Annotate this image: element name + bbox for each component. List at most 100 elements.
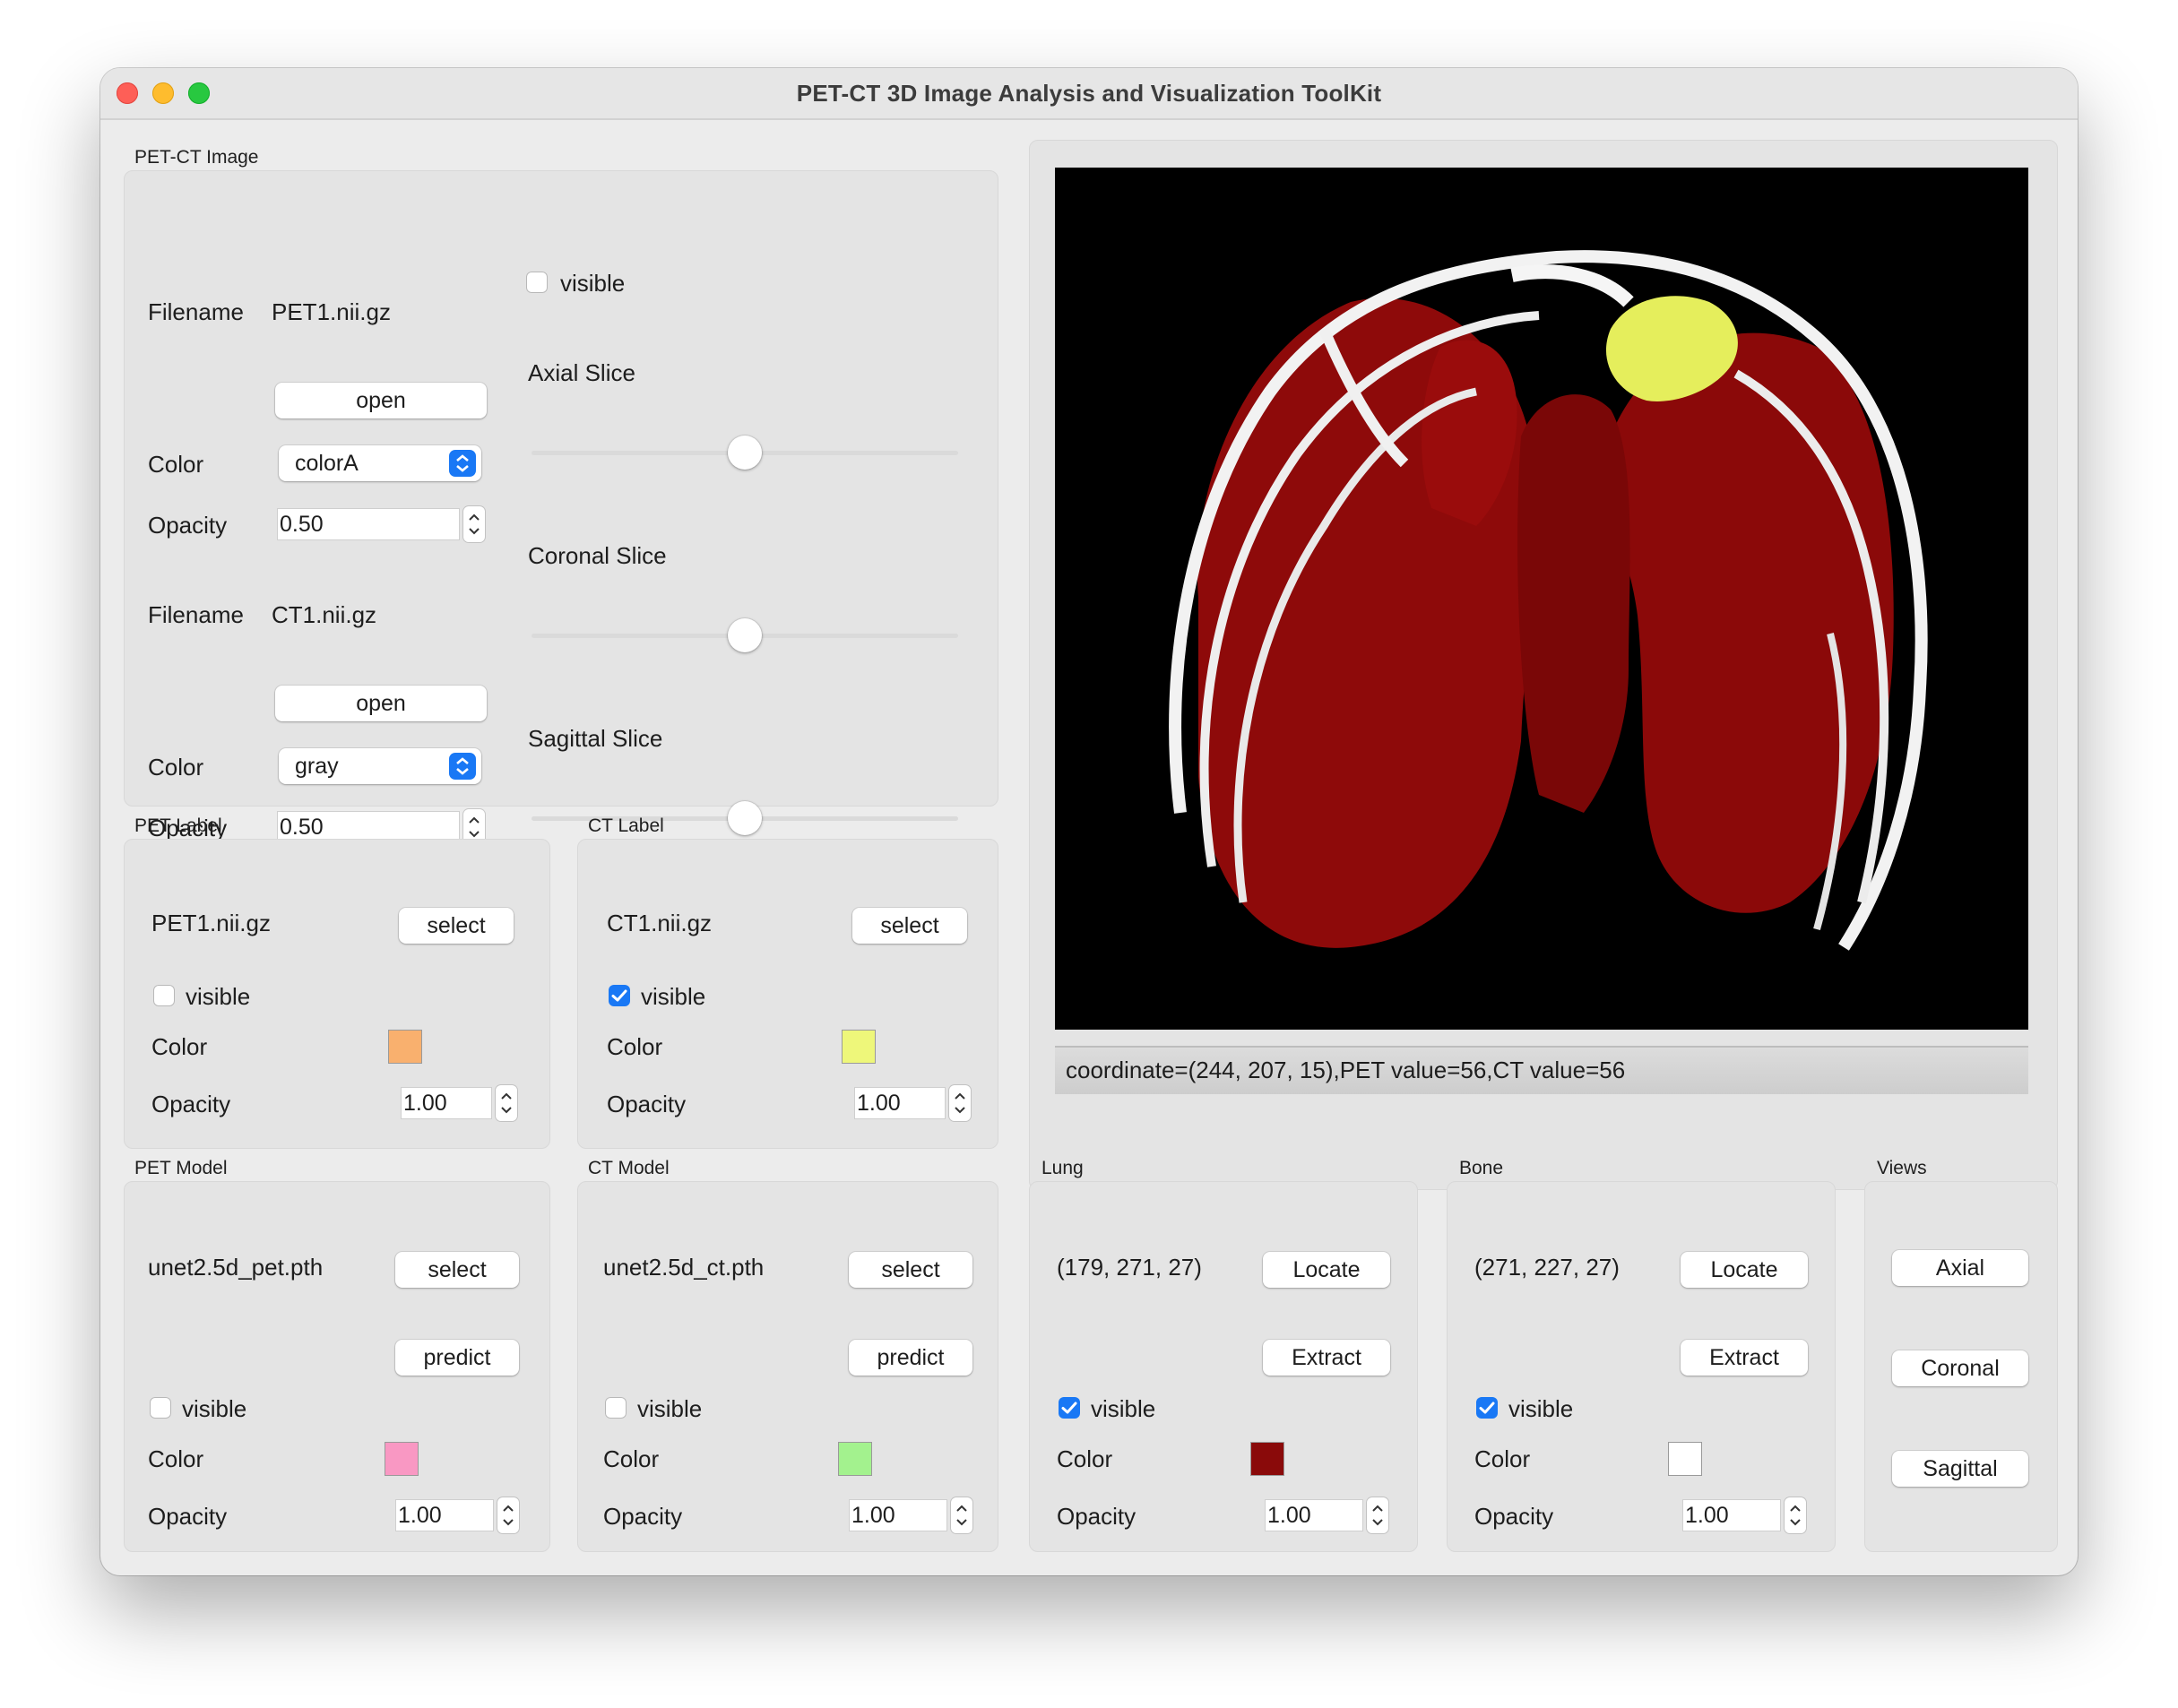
pet-model-opacity-label: Opacity [148, 1503, 228, 1530]
pet-label-opacity-label: Opacity [151, 1091, 231, 1117]
pet-model-opacity-field[interactable]: 1.00 [395, 1499, 494, 1531]
pet-label-file: PET1.nii.gz [151, 910, 271, 936]
stepper-arrows-icon[interactable] [463, 506, 485, 542]
stepper-arrows-icon[interactable] [497, 1497, 519, 1533]
view-coronal-button[interactable]: Coronal [1892, 1350, 2028, 1386]
lung-visible-checkbox[interactable] [1059, 1397, 1080, 1419]
pet-label-group: PET1.nii.gz select visible Color Opacity… [124, 839, 550, 1149]
bone-extract-button[interactable]: Extract [1681, 1340, 1808, 1376]
image-group-label: PET-CT Image [134, 147, 259, 168]
pet-model-group: unet2.5d_pet.pth select predict visible … [124, 1181, 550, 1552]
checkmark-icon [1479, 1402, 1495, 1414]
pet-label-visible-checkbox[interactable] [153, 985, 175, 1006]
ct-label-file: CT1.nii.gz [607, 910, 713, 936]
ct-model-file: unet2.5d_ct.pth [603, 1254, 765, 1281]
ct-model-select-button[interactable]: select [849, 1252, 972, 1288]
bone-opacity-field[interactable]: 1.00 [1682, 1499, 1781, 1531]
image-visible-checkbox[interactable] [526, 272, 548, 293]
ct-filename-label: Filename [148, 601, 244, 628]
lung-locate-button[interactable]: Locate [1263, 1252, 1390, 1288]
views-group-label: Views [1877, 1158, 1927, 1178]
ct-filename-value: CT1.nii.gz [272, 601, 377, 628]
pet-model-color-swatch[interactable] [385, 1442, 419, 1476]
app-window: PET-CT 3D Image Analysis and Visualizati… [100, 68, 2078, 1575]
pet-label-group-label: PET Label [134, 815, 222, 836]
ct-label-visible-checkbox[interactable] [609, 985, 630, 1006]
render-view-3d[interactable] [1055, 168, 2028, 1030]
lung-group-label: Lung [1041, 1158, 1084, 1178]
bone-visible-checkbox[interactable] [1476, 1397, 1498, 1419]
window-title: PET-CT 3D Image Analysis and Visualizati… [796, 80, 1382, 107]
updown-chevron-icon [449, 450, 476, 477]
pet-model-predict-button[interactable]: predict [395, 1340, 519, 1376]
pet-model-opacity-spinbox[interactable]: 1.00 [395, 1497, 519, 1533]
pet-label-select-button[interactable]: select [399, 908, 514, 944]
ct-model-predict-button[interactable]: predict [849, 1340, 972, 1376]
ct-label-opacity-spinbox[interactable]: 1.00 [854, 1085, 971, 1121]
coronal-slice-slider[interactable] [532, 617, 958, 653]
pet-filename-label: Filename [148, 298, 244, 325]
stepper-arrows-icon[interactable] [1367, 1497, 1388, 1533]
lung-opacity-field[interactable]: 1.00 [1265, 1499, 1363, 1531]
ct-open-button[interactable]: open [275, 686, 487, 721]
ct-label-group: CT1.nii.gz select visible Color Opacity … [577, 839, 998, 1149]
pet-model-visible-checkbox[interactable] [150, 1397, 171, 1419]
bone-locate-button[interactable]: Locate [1681, 1252, 1808, 1288]
lung-visible-label: visible [1091, 1395, 1156, 1422]
lung-opacity-spinbox[interactable]: 1.00 [1265, 1497, 1388, 1533]
ct-model-opacity-label: Opacity [603, 1503, 683, 1530]
pet-opacity-label: Opacity [148, 512, 228, 539]
updown-chevron-icon [449, 753, 476, 780]
bone-group: (271, 227, 27) Locate Extract visible Co… [1447, 1181, 1836, 1552]
slider-thumb[interactable] [728, 618, 762, 652]
view-sagittal-button[interactable]: Sagittal [1892, 1451, 2028, 1487]
axial-slice-slider[interactable] [532, 435, 958, 470]
pet-opacity-field[interactable]: 0.50 [277, 508, 460, 540]
stepper-arrows-icon[interactable] [951, 1497, 972, 1533]
bone-color-label: Color [1474, 1445, 1531, 1472]
axial-slice-label: Axial Slice [528, 359, 635, 386]
lung-extract-button[interactable]: Extract [1263, 1340, 1390, 1376]
coronal-slice-label: Coronal Slice [528, 542, 667, 569]
ct-label-opacity-label: Opacity [607, 1091, 687, 1117]
ct-label-select-button[interactable]: select [852, 908, 967, 944]
stepper-arrows-icon[interactable] [496, 1085, 517, 1121]
pet-label-color-swatch[interactable] [388, 1030, 422, 1064]
sagittal-slice-label: Sagittal Slice [528, 725, 663, 752]
pet-model-visible-label: visible [182, 1395, 247, 1422]
pet-model-color-label: Color [148, 1445, 204, 1472]
bone-color-swatch[interactable] [1668, 1442, 1702, 1476]
pet-color-label: Color [148, 451, 204, 478]
pet-label-opacity-field[interactable]: 1.00 [401, 1087, 492, 1119]
pet-color-select[interactable]: colorA [279, 445, 481, 481]
pet-label-visible-label: visible [186, 983, 251, 1010]
lung-color-swatch[interactable] [1250, 1442, 1284, 1476]
view-axial-button[interactable]: Axial [1892, 1250, 2028, 1286]
stepper-arrows-icon[interactable] [949, 1085, 971, 1121]
viewer-group: coordinate=(244, 207, 15),PET value=56,C… [1029, 140, 2058, 1190]
ct-color-select[interactable]: gray [279, 748, 481, 784]
pet-label-opacity-spinbox[interactable]: 1.00 [401, 1085, 517, 1121]
ct-model-opacity-field[interactable]: 1.00 [849, 1499, 947, 1531]
pet-opacity-spinbox[interactable]: 0.50 [277, 506, 485, 542]
checkmark-icon [1061, 1402, 1077, 1414]
pet-model-select-button[interactable]: select [395, 1252, 519, 1288]
ct-model-group: unet2.5d_ct.pth select predict visible C… [577, 1181, 998, 1552]
ct-color-label: Color [148, 754, 204, 781]
slider-thumb[interactable] [728, 436, 762, 470]
status-coordinate-bar: coordinate=(244, 207, 15),PET value=56,C… [1055, 1046, 2028, 1094]
ct-label-color-swatch[interactable] [842, 1030, 876, 1064]
pet-open-button[interactable]: open [275, 383, 487, 418]
slider-thumb[interactable] [728, 801, 762, 835]
ct-label-opacity-field[interactable]: 1.00 [854, 1087, 946, 1119]
pet-filename-value: PET1.nii.gz [272, 298, 391, 325]
stepper-arrows-icon[interactable] [1785, 1497, 1806, 1533]
lung-coordinate: (179, 271, 27) [1057, 1254, 1202, 1281]
ct-model-opacity-spinbox[interactable]: 1.00 [849, 1497, 972, 1533]
title-bar: PET-CT 3D Image Analysis and Visualizati… [100, 68, 2078, 120]
ct-model-color-swatch[interactable] [838, 1442, 872, 1476]
lung-group: (179, 271, 27) Locate Extract visible Co… [1029, 1181, 1418, 1552]
ct-model-visible-checkbox[interactable] [605, 1397, 627, 1419]
bone-opacity-spinbox[interactable]: 1.00 [1682, 1497, 1806, 1533]
lung-color-label: Color [1057, 1445, 1113, 1472]
